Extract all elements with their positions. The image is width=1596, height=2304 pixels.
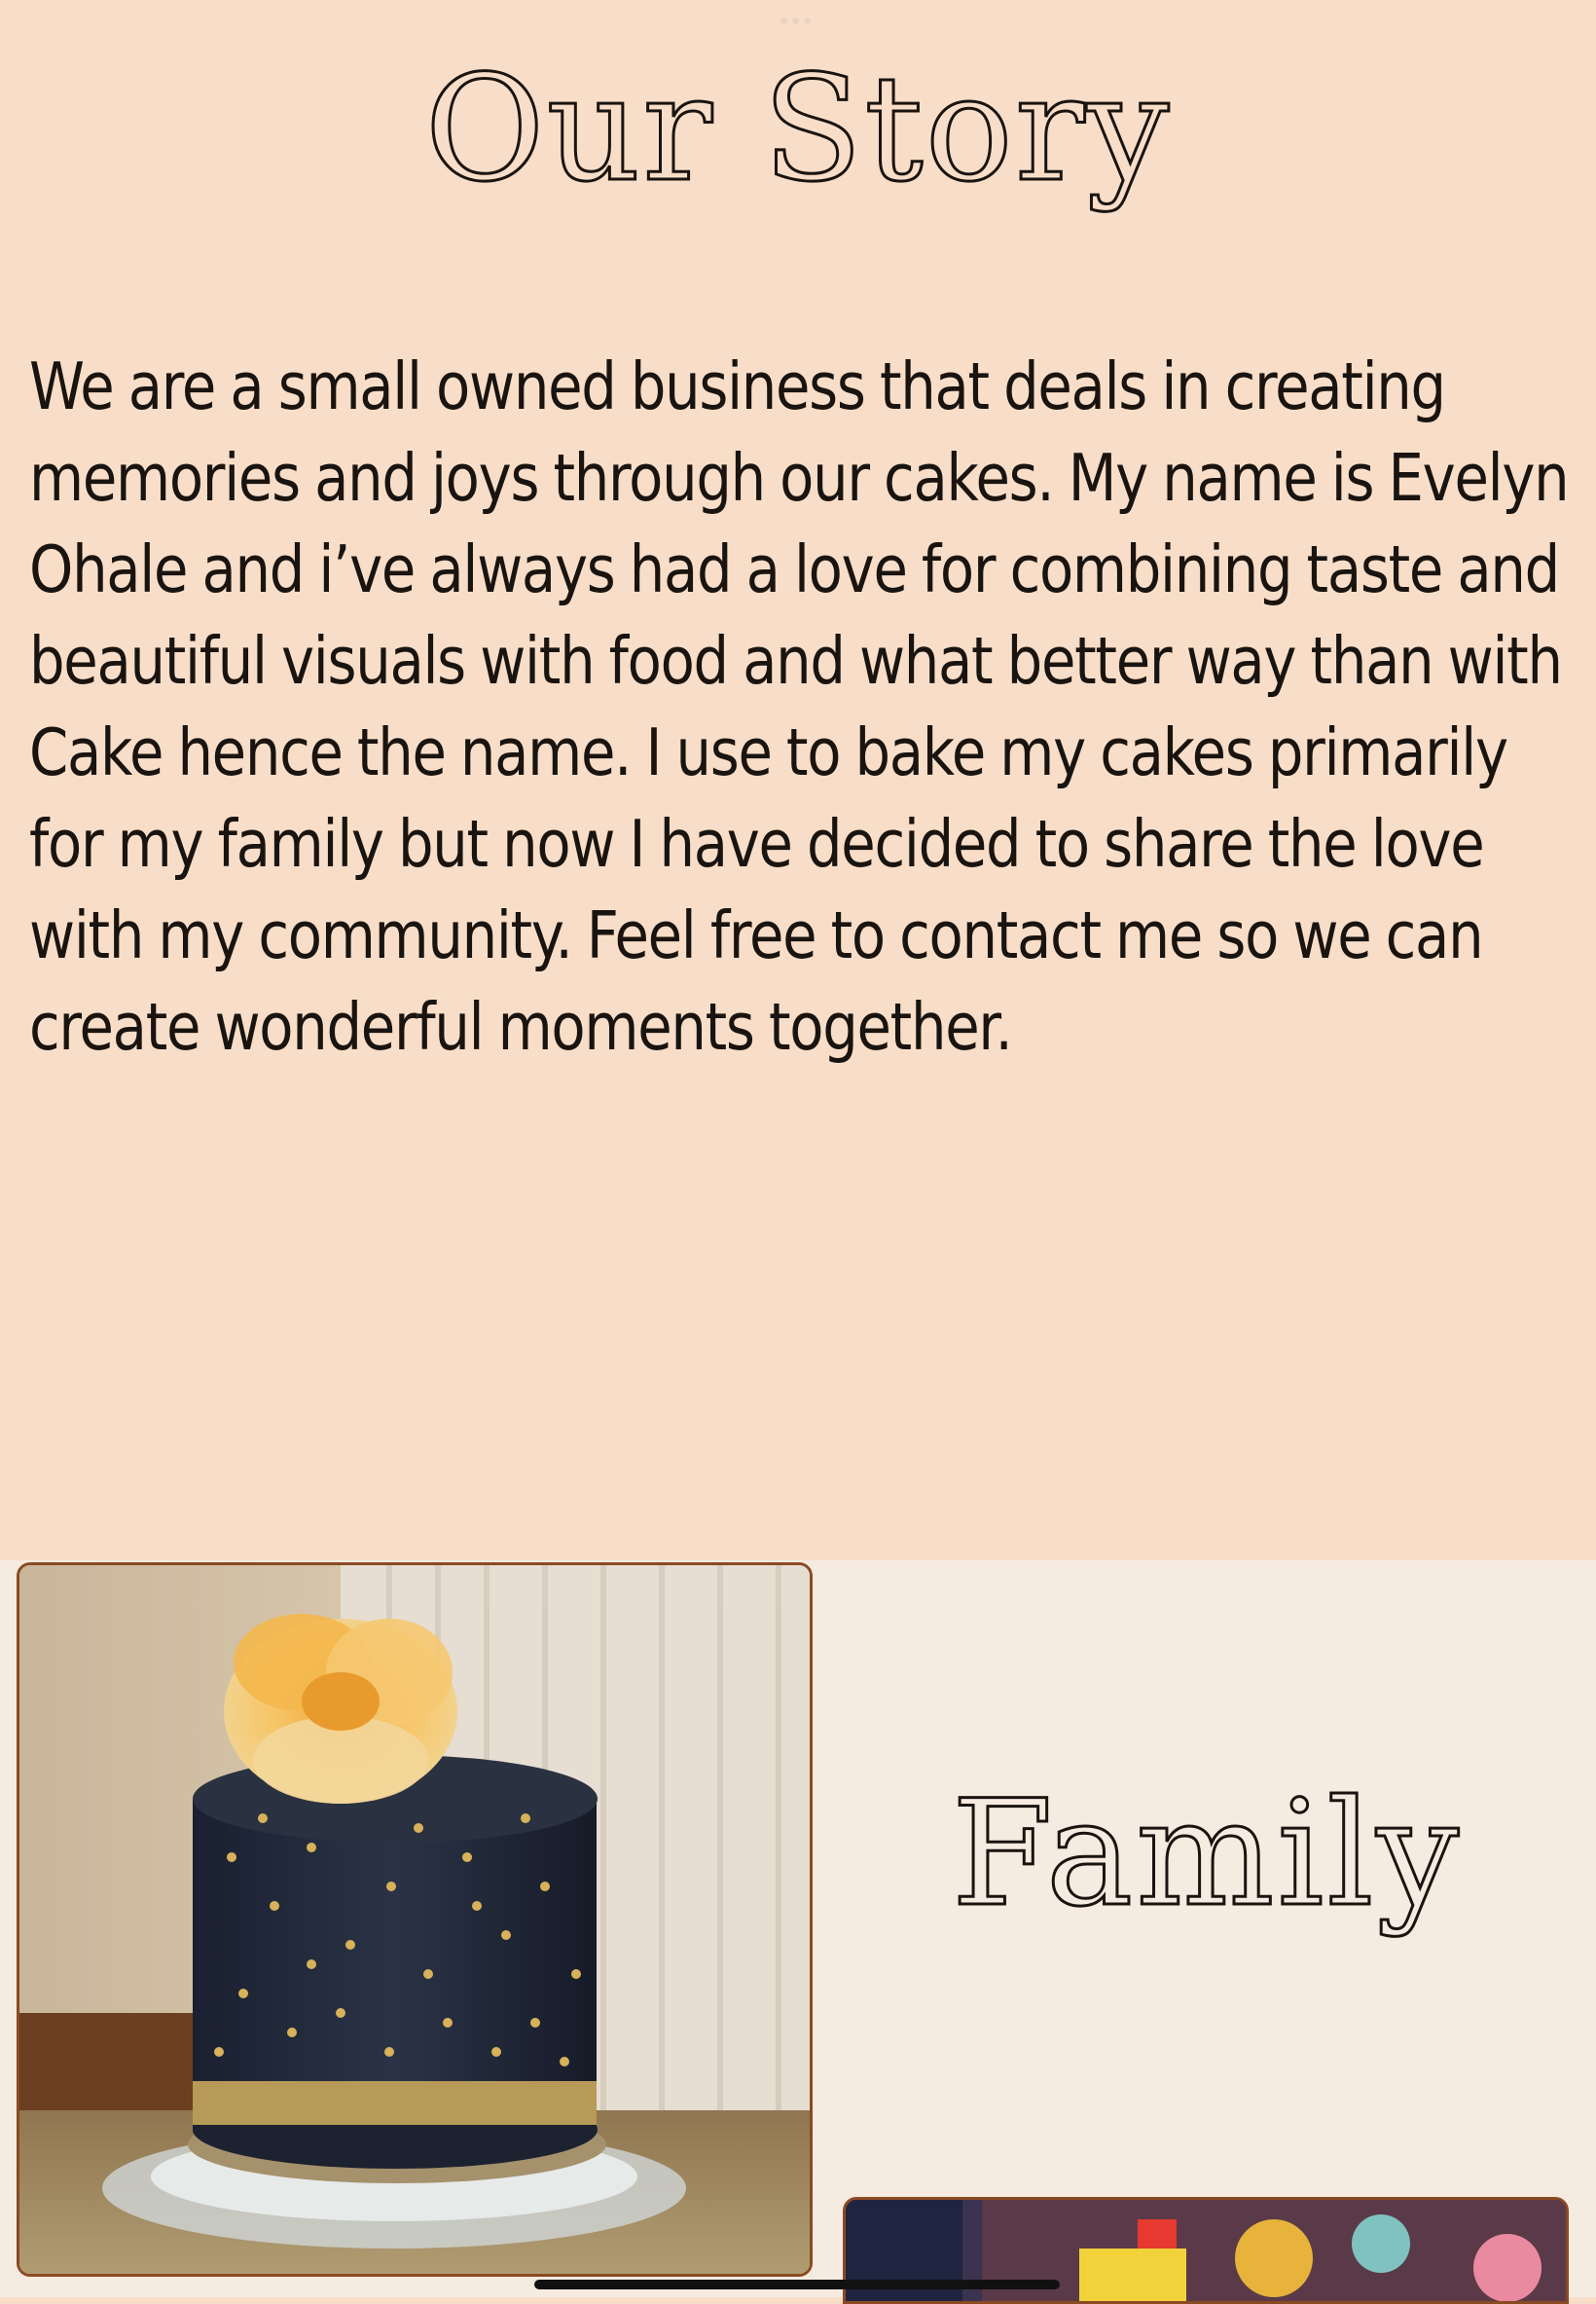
family-title: Family (950, 1770, 1463, 1939)
cake-image (19, 1565, 810, 2274)
page-dots-icon (780, 18, 811, 24)
our-story-section: Our Story We are a small owned business … (0, 0, 1596, 1560)
story-paragraph: We are a small owned business that deals… (29, 348, 1570, 1065)
home-indicator[interactable] (534, 2280, 1060, 2289)
story-title: Our Story (423, 45, 1172, 214)
cake-photo[interactable] (17, 1562, 813, 2277)
